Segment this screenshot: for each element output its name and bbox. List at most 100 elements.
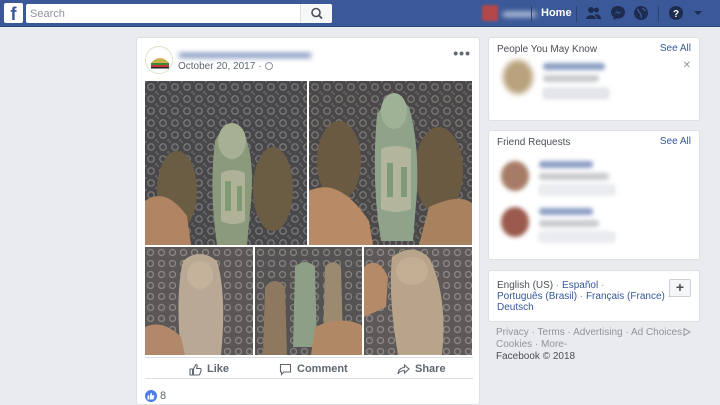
footer-links-row-2: Cookies · More- [496,339,706,351]
friends-icon[interactable] [585,5,601,21]
suggested-person-detail-redacted [543,75,599,82]
post-photo-1[interactable] [145,81,307,245]
footer-link-privacy[interactable]: Privacy [496,327,529,338]
post-date-text: October 20, 2017 [178,61,256,72]
separator: · [579,291,584,302]
home-link[interactable]: Home [541,7,572,19]
search-input[interactable] [30,5,300,22]
friend-request-photo[interactable] [501,207,529,237]
suggested-person-name-redacted[interactable] [543,63,605,70]
post-photo-2[interactable] [309,81,472,245]
reaction-summary[interactable]: 8 [145,389,166,403]
comment-label: Comment [297,363,348,375]
logo-letter: f [10,4,17,23]
statue-photo-image [145,247,253,355]
post-action-bar: Like Comment Share [145,357,473,379]
share-button[interactable]: Share [397,361,446,377]
language-link-french[interactable]: Français (France) [586,291,665,302]
card-title: Friend Requests [497,137,571,148]
see-all-link[interactable]: See All [660,43,691,54]
more-options-icon: ••• [453,45,471,61]
post-options-button[interactable]: ••• [453,45,471,61]
language-selector-card: English (US) · Español · Português (Bras… [488,270,700,322]
globe-notifications-icon[interactable] [633,5,649,21]
plus-icon: + [675,279,685,295]
share-arrow-icon [397,363,410,374]
public-audience-icon [264,62,273,70]
post-photo-4[interactable] [255,247,362,355]
copyright-text: Facebook © 2018 [496,351,576,362]
ad-choices-icon [683,327,692,337]
people-you-may-know-card: People You May Know See All ✕ [488,37,700,121]
like-reaction-icon [145,390,157,402]
language-row-1: English (US) · Español · [497,280,604,291]
friend-request-name-redacted[interactable] [539,161,593,168]
nav-divider [531,6,532,22]
confirm-button-redacted[interactable] [539,232,615,242]
messenger-icon[interactable] [610,5,626,21]
footer-link-advertising[interactable]: Advertising [573,327,622,338]
add-friend-button-redacted[interactable] [543,88,609,99]
separator: · [531,327,535,338]
nav-divider [576,6,577,22]
language-link-spanish[interactable]: Español [562,280,598,291]
footer-link-more[interactable]: More [541,339,564,350]
close-icon: ✕ [682,60,691,71]
dismiss-suggestion-button[interactable]: ✕ [683,60,691,71]
language-link-german[interactable]: Deutsch [497,302,534,313]
more-dropdown-icon[interactable]: - [564,339,567,350]
footer-link-cookies[interactable]: Cookies [496,339,532,350]
like-count-text: 8 [160,390,167,402]
see-all-link[interactable]: See All [660,136,691,147]
search-box [26,4,332,23]
friend-request-photo[interactable] [501,161,529,191]
date-separator: · [258,61,262,72]
author-logo-image [146,47,172,73]
statue-photo-image [309,81,472,245]
account-menu-chevron-icon[interactable] [690,5,706,21]
friend-request-detail-redacted [539,220,599,227]
current-language: English (US) [497,280,554,291]
comment-button[interactable]: Comment [279,361,348,377]
post-photo-5[interactable] [364,247,472,355]
card-title: People You May Know [497,44,598,55]
page-footer: Privacy · Terms · Advertising · Ad Choic… [496,327,706,363]
help-icon[interactable]: ? [668,5,684,21]
footer-link-ad-choices[interactable]: Ad Choices [631,327,692,338]
footer-link-terms[interactable]: Terms [538,327,565,338]
post-author-name-redacted[interactable]: ▬▬▬▬▬▬▬▬▬▬▬▬ [179,48,311,60]
profile-shortcut[interactable]: ▬▬▬ [482,5,536,21]
footer-links-row-1: Privacy · Terms · Advertising · Ad Choic… [496,327,706,339]
facebook-logo[interactable]: f [4,3,23,23]
post-author-avatar[interactable] [145,46,173,74]
separator: · [534,339,539,350]
statue-photo-image [364,247,472,355]
top-navigation-bar: f ▬▬▬ Home ? [0,0,720,27]
friend-request-detail-redacted [539,173,609,180]
statue-photo-image [255,247,362,355]
separator: · [600,280,605,291]
post-timestamp[interactable]: October 20, 2017 · [178,61,273,72]
nav-divider [658,6,659,22]
share-label: Share [415,363,446,375]
language-row-3: Deutsch [497,302,534,313]
friend-requests-card: Friend Requests See All [488,130,700,260]
separator: · [625,327,629,338]
search-button[interactable] [300,4,332,23]
suggested-person-photo[interactable] [503,60,533,94]
separator: · [567,327,571,338]
language-link-portuguese[interactable]: Português (Brasil) [497,291,577,302]
friend-request-name-redacted[interactable] [539,208,593,215]
add-language-button[interactable]: + [669,279,691,297]
like-label: Like [207,363,230,375]
feed-post: ▬▬▬▬▬▬▬▬▬▬▬▬ October 20, 2017 · ••• Like… [136,37,480,405]
like-button[interactable]: Like [189,361,229,377]
language-row-2: Português (Brasil) · Français (France) · [497,291,671,302]
separator: · [555,280,560,291]
confirm-button-redacted[interactable] [539,185,615,195]
comment-bubble-icon [279,363,292,376]
search-icon [311,7,323,20]
post-photo-3[interactable] [145,247,253,355]
avatar [482,5,498,21]
statue-photo-image [145,81,307,245]
